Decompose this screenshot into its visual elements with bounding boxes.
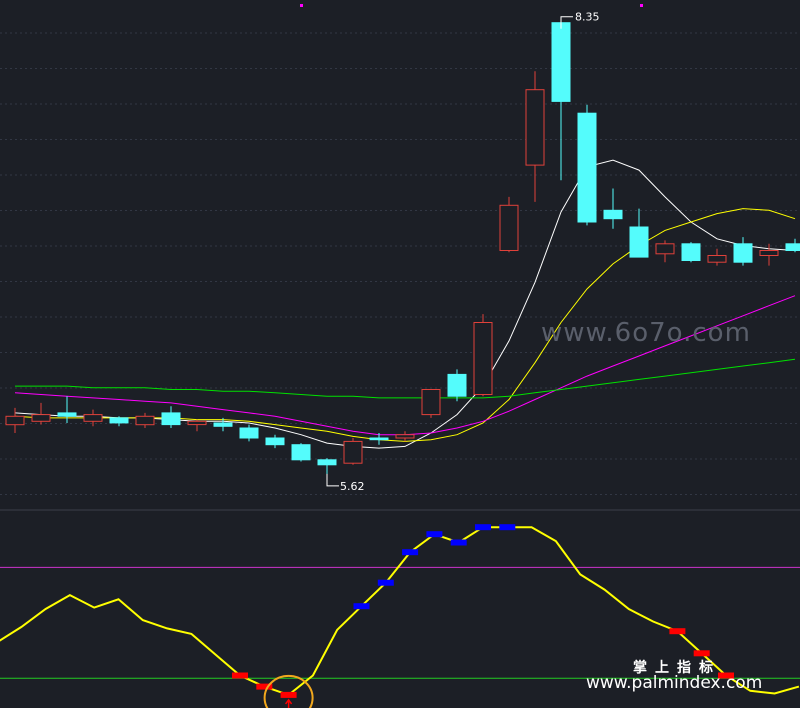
candle-body [759, 250, 779, 256]
candle [291, 443, 311, 462]
candle [577, 104, 597, 226]
chart-canvas: 8.35 5.62 [0, 4, 800, 708]
candle [707, 248, 727, 266]
low-price-label: 5.62 [340, 480, 365, 493]
candle-body [5, 415, 25, 426]
candle [265, 434, 285, 449]
candle-body [317, 459, 337, 466]
candle-body [213, 422, 233, 427]
candle [5, 407, 25, 433]
candle [759, 243, 779, 266]
top-mark-1 [300, 4, 303, 7]
candle [681, 242, 701, 263]
candle-body [655, 243, 675, 255]
sell-signal-marker [426, 531, 443, 538]
sell-signal-marker [475, 524, 491, 531]
buy-signal-marker [693, 650, 710, 657]
candle [733, 237, 753, 266]
candle [135, 412, 155, 428]
candlestick-series [5, 22, 800, 480]
candle-body [395, 434, 415, 439]
candle [473, 314, 493, 397]
ma-line-4 [15, 358, 796, 399]
candle-body [291, 444, 311, 461]
candle-body [473, 322, 493, 395]
high-price-label: 8.35 [575, 11, 600, 24]
candle [57, 396, 77, 423]
moving-average-lines [14, 159, 796, 449]
candle [655, 240, 675, 263]
candle-body [707, 255, 727, 263]
sell-signal-marker [402, 549, 419, 556]
candle [109, 416, 129, 427]
buy-signal-marker [669, 628, 686, 635]
candle-body [83, 414, 103, 422]
candle-body [681, 243, 701, 262]
candle-body [577, 112, 597, 223]
candle-body [785, 243, 800, 252]
candle [525, 71, 545, 202]
ma-line-1 [14, 159, 796, 449]
candle [603, 188, 623, 229]
candle [629, 208, 649, 258]
candle-body [603, 209, 623, 220]
candle-body [109, 417, 129, 424]
sell-signal-marker [353, 603, 370, 610]
candle-body [135, 415, 155, 426]
candle [551, 22, 571, 181]
top-mark-2 [640, 4, 643, 7]
low-price-pointer [326, 473, 339, 487]
candle-body [343, 440, 363, 464]
watermark-mid: www.6o7o.com [541, 318, 751, 348]
candle [187, 419, 207, 432]
candle-body [499, 204, 519, 252]
price-gridlines [0, 32, 800, 495]
candle [395, 431, 415, 442]
candle-body [629, 226, 649, 258]
candle-body [265, 437, 285, 446]
sell-signal-marker [377, 579, 394, 586]
candle-body [551, 22, 571, 102]
candle-body [447, 373, 467, 397]
candle [161, 406, 181, 428]
buy-signal-marker [232, 672, 248, 679]
candle [785, 238, 800, 253]
candle-body [421, 389, 441, 416]
candle [239, 424, 259, 442]
candle-body [239, 427, 259, 439]
sell-signal-marker [450, 539, 467, 546]
candle-body [57, 412, 77, 417]
watermark-url: www.palmindex.com [586, 673, 763, 693]
candle-body [369, 437, 389, 441]
candle [343, 438, 363, 465]
sell-signal-marker [499, 524, 516, 531]
candle [421, 389, 441, 418]
candle-body [161, 412, 181, 426]
candle-body [525, 89, 545, 166]
buy-signal-marker [280, 691, 297, 698]
candle [447, 369, 467, 402]
candle-body [733, 243, 753, 263]
candle-body [31, 414, 51, 422]
candle-body [187, 420, 207, 426]
candle [499, 196, 519, 253]
